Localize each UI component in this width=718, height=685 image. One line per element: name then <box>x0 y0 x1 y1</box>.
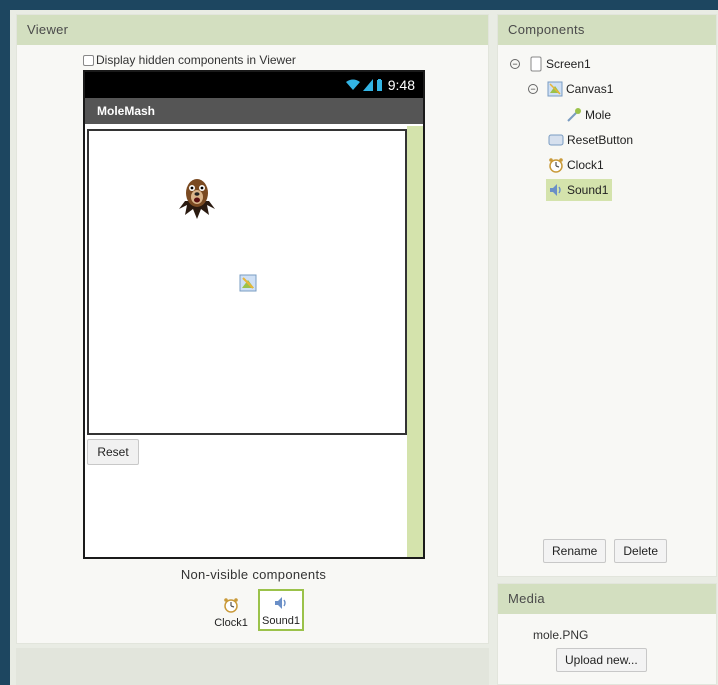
collapse-icon[interactable]: − <box>510 59 520 69</box>
tree-item-label: ResetButton <box>567 133 634 147</box>
nonvisible-components-list: Clock1 Sound1 <box>208 589 304 631</box>
canvas-placeholder-icon <box>239 274 257 292</box>
button-icon <box>548 134 564 146</box>
screen-scroll-strip <box>407 126 423 557</box>
nonvisible-components-title: Non-visible components <box>180 567 327 582</box>
viewer-header: Viewer <box>17 15 488 45</box>
tree-item-clock1[interactable]: Clock1 <box>548 154 604 176</box>
viewer-bottom-strip <box>16 648 489 685</box>
nonvisible-clock1[interactable]: Clock1 <box>208 589 254 631</box>
nonvisible-clock1-label: Clock1 <box>214 617 248 629</box>
tree-item-label: Sound1 <box>567 183 609 197</box>
screen-icon <box>530 56 542 72</box>
upload-new-button[interactable]: Upload new... <box>556 648 647 672</box>
tree-item-label: Mole <box>585 108 612 122</box>
rename-button[interactable]: Rename <box>543 539 607 563</box>
reset-button[interactable]: Reset <box>87 439 139 465</box>
screen-body: Reset <box>85 126 423 557</box>
sprite-icon <box>567 108 581 122</box>
media-panel: Media mole.PNG Upload new... <box>497 583 717 685</box>
battery-icon <box>376 79 382 91</box>
signal-icon <box>362 79 373 91</box>
nonvisible-sound1-label: Sound1 <box>262 615 300 627</box>
tree-item-sound1[interactable]: Sound1 <box>546 179 613 201</box>
tree-item-label: Canvas1 <box>566 82 614 96</box>
tree-item-resetbutton[interactable]: ResetButton <box>548 129 633 151</box>
components-panel: Components − Screen1 − Canvas1 Mole Rese… <box>497 14 717 577</box>
app-frame: Viewer Display hidden components in View… <box>10 10 718 685</box>
phone-preview: 9:48 MoleMash Reset <box>83 70 425 559</box>
wifi-icon <box>345 79 360 90</box>
display-hidden-checkbox[interactable] <box>83 54 94 66</box>
tree-item-label: Clock1 <box>567 158 604 172</box>
component-actions: Rename Delete <box>543 539 668 563</box>
media-file-item[interactable]: mole.PNG <box>533 628 588 642</box>
nonvisible-sound1[interactable]: Sound1 <box>258 589 304 631</box>
tree-item-mole[interactable]: Mole <box>566 104 611 126</box>
speaker-icon <box>275 597 286 609</box>
mole-sprite-image[interactable] <box>177 175 217 221</box>
tree-item-canvas1[interactable]: − Canvas1 <box>528 78 613 100</box>
status-bar: 9:48 <box>85 72 423 98</box>
clock-icon <box>224 598 238 613</box>
tree-item-label: Screen1 <box>546 57 591 71</box>
canvas1-preview[interactable] <box>87 129 407 435</box>
collapse-icon[interactable]: − <box>528 84 538 94</box>
tree-item-screen1[interactable]: − Screen1 <box>510 53 591 75</box>
status-time: 9:48 <box>387 77 415 93</box>
display-hidden-toggle[interactable]: Display hidden components in Viewer <box>83 53 296 67</box>
app-title-bar: MoleMash <box>85 98 423 124</box>
speaker-icon <box>550 184 561 196</box>
clock-icon <box>549 158 563 173</box>
canvas-icon <box>547 81 563 97</box>
delete-button[interactable]: Delete <box>614 539 668 563</box>
viewer-panel: Viewer Display hidden components in View… <box>16 14 489 644</box>
display-hidden-label: Display hidden components in Viewer <box>96 53 296 67</box>
media-header: Media <box>498 584 716 614</box>
components-header: Components <box>498 15 716 45</box>
signal-icons <box>345 79 383 91</box>
